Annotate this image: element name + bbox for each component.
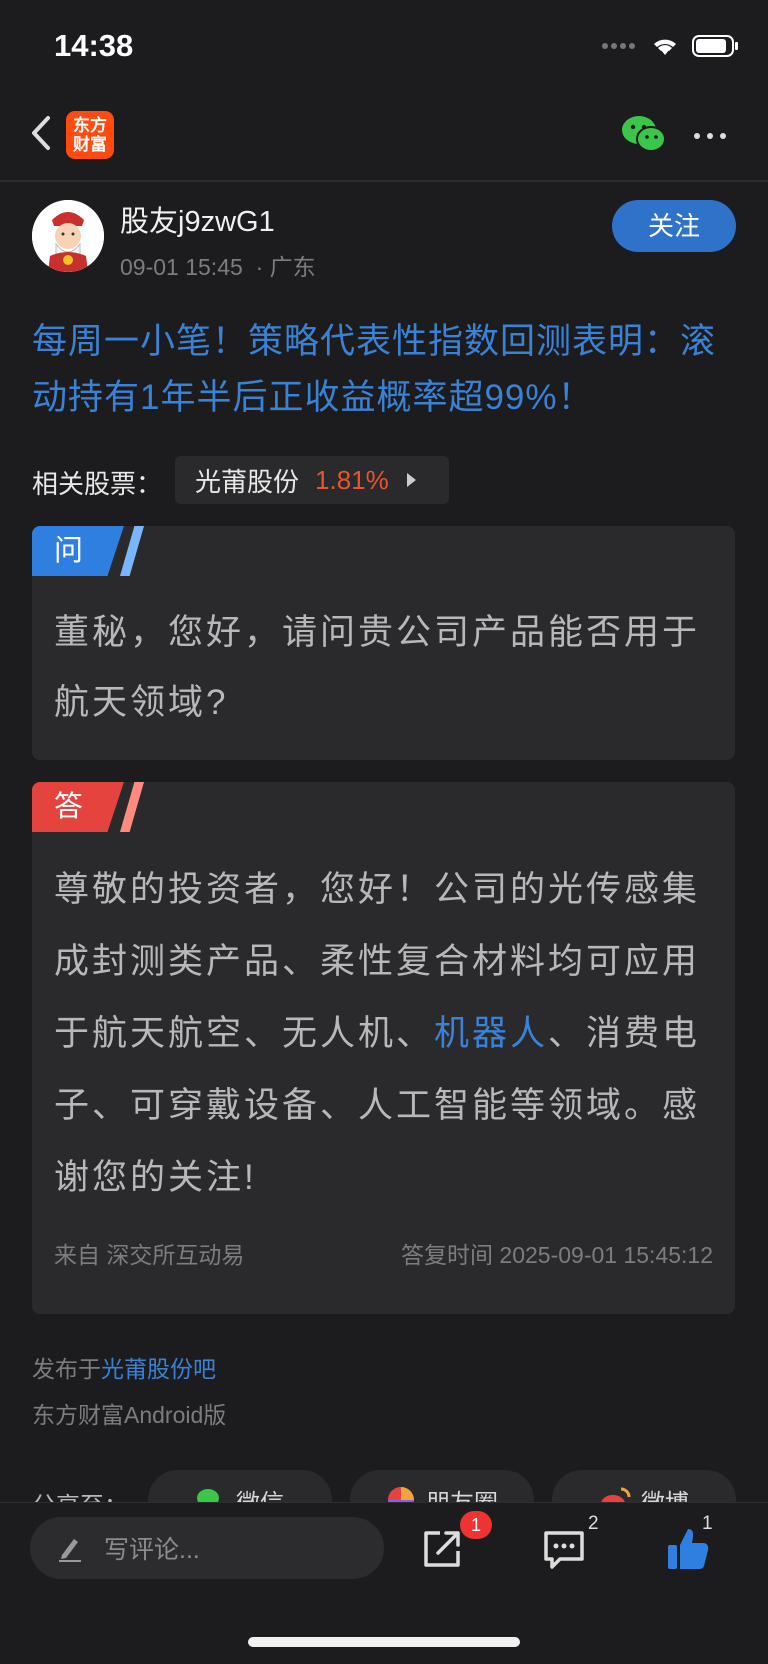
pen-icon bbox=[59, 1539, 81, 1562]
author-name[interactable]: 股友j9zwG1 bbox=[120, 198, 275, 240]
post-location: · 广东 bbox=[255, 254, 316, 280]
share-wechat-button[interactable]: 微信 bbox=[148, 1470, 332, 1502]
nav-bar: 东方 财富 bbox=[0, 100, 768, 180]
avatar[interactable] bbox=[32, 200, 104, 272]
share-row: 分享至： 微信 朋友圈 微博 bbox=[0, 1466, 768, 1502]
battery-icon bbox=[692, 35, 738, 57]
stock-change: 1.81% bbox=[315, 464, 389, 495]
tag-stripe bbox=[120, 782, 144, 832]
status-time: 14:38 bbox=[54, 28, 134, 63]
eastmoney-logo[interactable]: 东方 财富 bbox=[66, 111, 114, 159]
post-date: 09-01 15:45 bbox=[120, 254, 243, 280]
bottom-bar: 写评论... 1 2 1 bbox=[0, 1502, 768, 1664]
keyword-link[interactable]: 机器人 bbox=[434, 1014, 548, 1053]
home-indicator bbox=[248, 1637, 520, 1647]
question-card: 问 董秘，您好，请问贵公司产品能否用于航天领域? bbox=[32, 526, 735, 760]
question-text: 董秘，您好，请问贵公司产品能否用于航天领域? bbox=[54, 613, 701, 722]
share-weibo-label: 微博 bbox=[641, 1483, 689, 1503]
publish-line: 发布于光莆股份吧 bbox=[32, 1350, 216, 1384]
post-title[interactable]: 每周一小笔！策略代表性指数回测表明：滚动持有1年半后正收益概率超99%！ bbox=[32, 314, 742, 426]
related-stocks-label: 相关股票： bbox=[32, 469, 163, 499]
logo-line-2: 财富 bbox=[73, 135, 107, 154]
follow-button[interactable]: 关注 bbox=[612, 200, 736, 252]
wechat-icon bbox=[197, 1489, 219, 1502]
like-count: 1 bbox=[702, 1513, 713, 1534]
comment-input[interactable]: 写评论... bbox=[30, 1517, 384, 1579]
answer-card: 答 尊敬的投资者，您好！公司的光传感集成封测类产品、柔性复合材料均可应用于航天航… bbox=[32, 782, 735, 1314]
wechat-icon[interactable] bbox=[620, 114, 668, 154]
comment-icon[interactable] bbox=[540, 1525, 588, 1573]
answer-source: 来自 深交所互动易 bbox=[54, 1242, 245, 1268]
share-weibo-button[interactable]: 微博 bbox=[552, 1470, 736, 1502]
share-label: 分享至： bbox=[32, 1486, 128, 1502]
divider bbox=[0, 180, 768, 182]
share-wechat-label: 微信 bbox=[236, 1483, 284, 1503]
comment-count: 2 bbox=[588, 1513, 599, 1534]
tag-stripe bbox=[120, 526, 144, 576]
moments-icon bbox=[388, 1487, 414, 1502]
logo-line-1: 东方 bbox=[73, 116, 107, 135]
chevron-right-icon bbox=[406, 473, 416, 487]
wifi-icon bbox=[654, 39, 676, 55]
signal-icon bbox=[602, 41, 638, 51]
back-icon[interactable] bbox=[26, 112, 56, 154]
question-tag: 问 bbox=[32, 526, 124, 576]
answer-time: 答复时间 2025-09-01 15:45:12 bbox=[401, 1242, 713, 1268]
publish-prefix: 发布于 bbox=[32, 1356, 101, 1382]
share-moments-label: 朋友圈 bbox=[426, 1483, 498, 1503]
share-icon[interactable] bbox=[418, 1525, 466, 1573]
share-moments-button[interactable]: 朋友圈 bbox=[350, 1470, 534, 1502]
client-info: 东方财富Android版 bbox=[32, 1402, 227, 1428]
forum-link[interactable]: 光莆股份吧 bbox=[101, 1356, 216, 1382]
comment-placeholder: 写评论... bbox=[104, 1536, 200, 1564]
share-badge: 1 bbox=[460, 1511, 492, 1539]
stock-chip[interactable]: 光莆股份 1.81% bbox=[175, 456, 449, 504]
answer-text: 尊敬的投资者，您好！公司的光传感集成封测类产品、柔性复合材料均可应用于航天航空、… bbox=[54, 854, 718, 1214]
weibo-icon bbox=[601, 1487, 631, 1502]
post-meta: 09-01 15:45 · 广东 bbox=[120, 248, 316, 282]
stock-name: 光莆股份 bbox=[195, 466, 300, 497]
more-icon[interactable] bbox=[694, 124, 742, 148]
answer-tag: 答 bbox=[32, 782, 124, 832]
status-icons bbox=[602, 34, 740, 58]
avatar-image bbox=[32, 200, 104, 272]
